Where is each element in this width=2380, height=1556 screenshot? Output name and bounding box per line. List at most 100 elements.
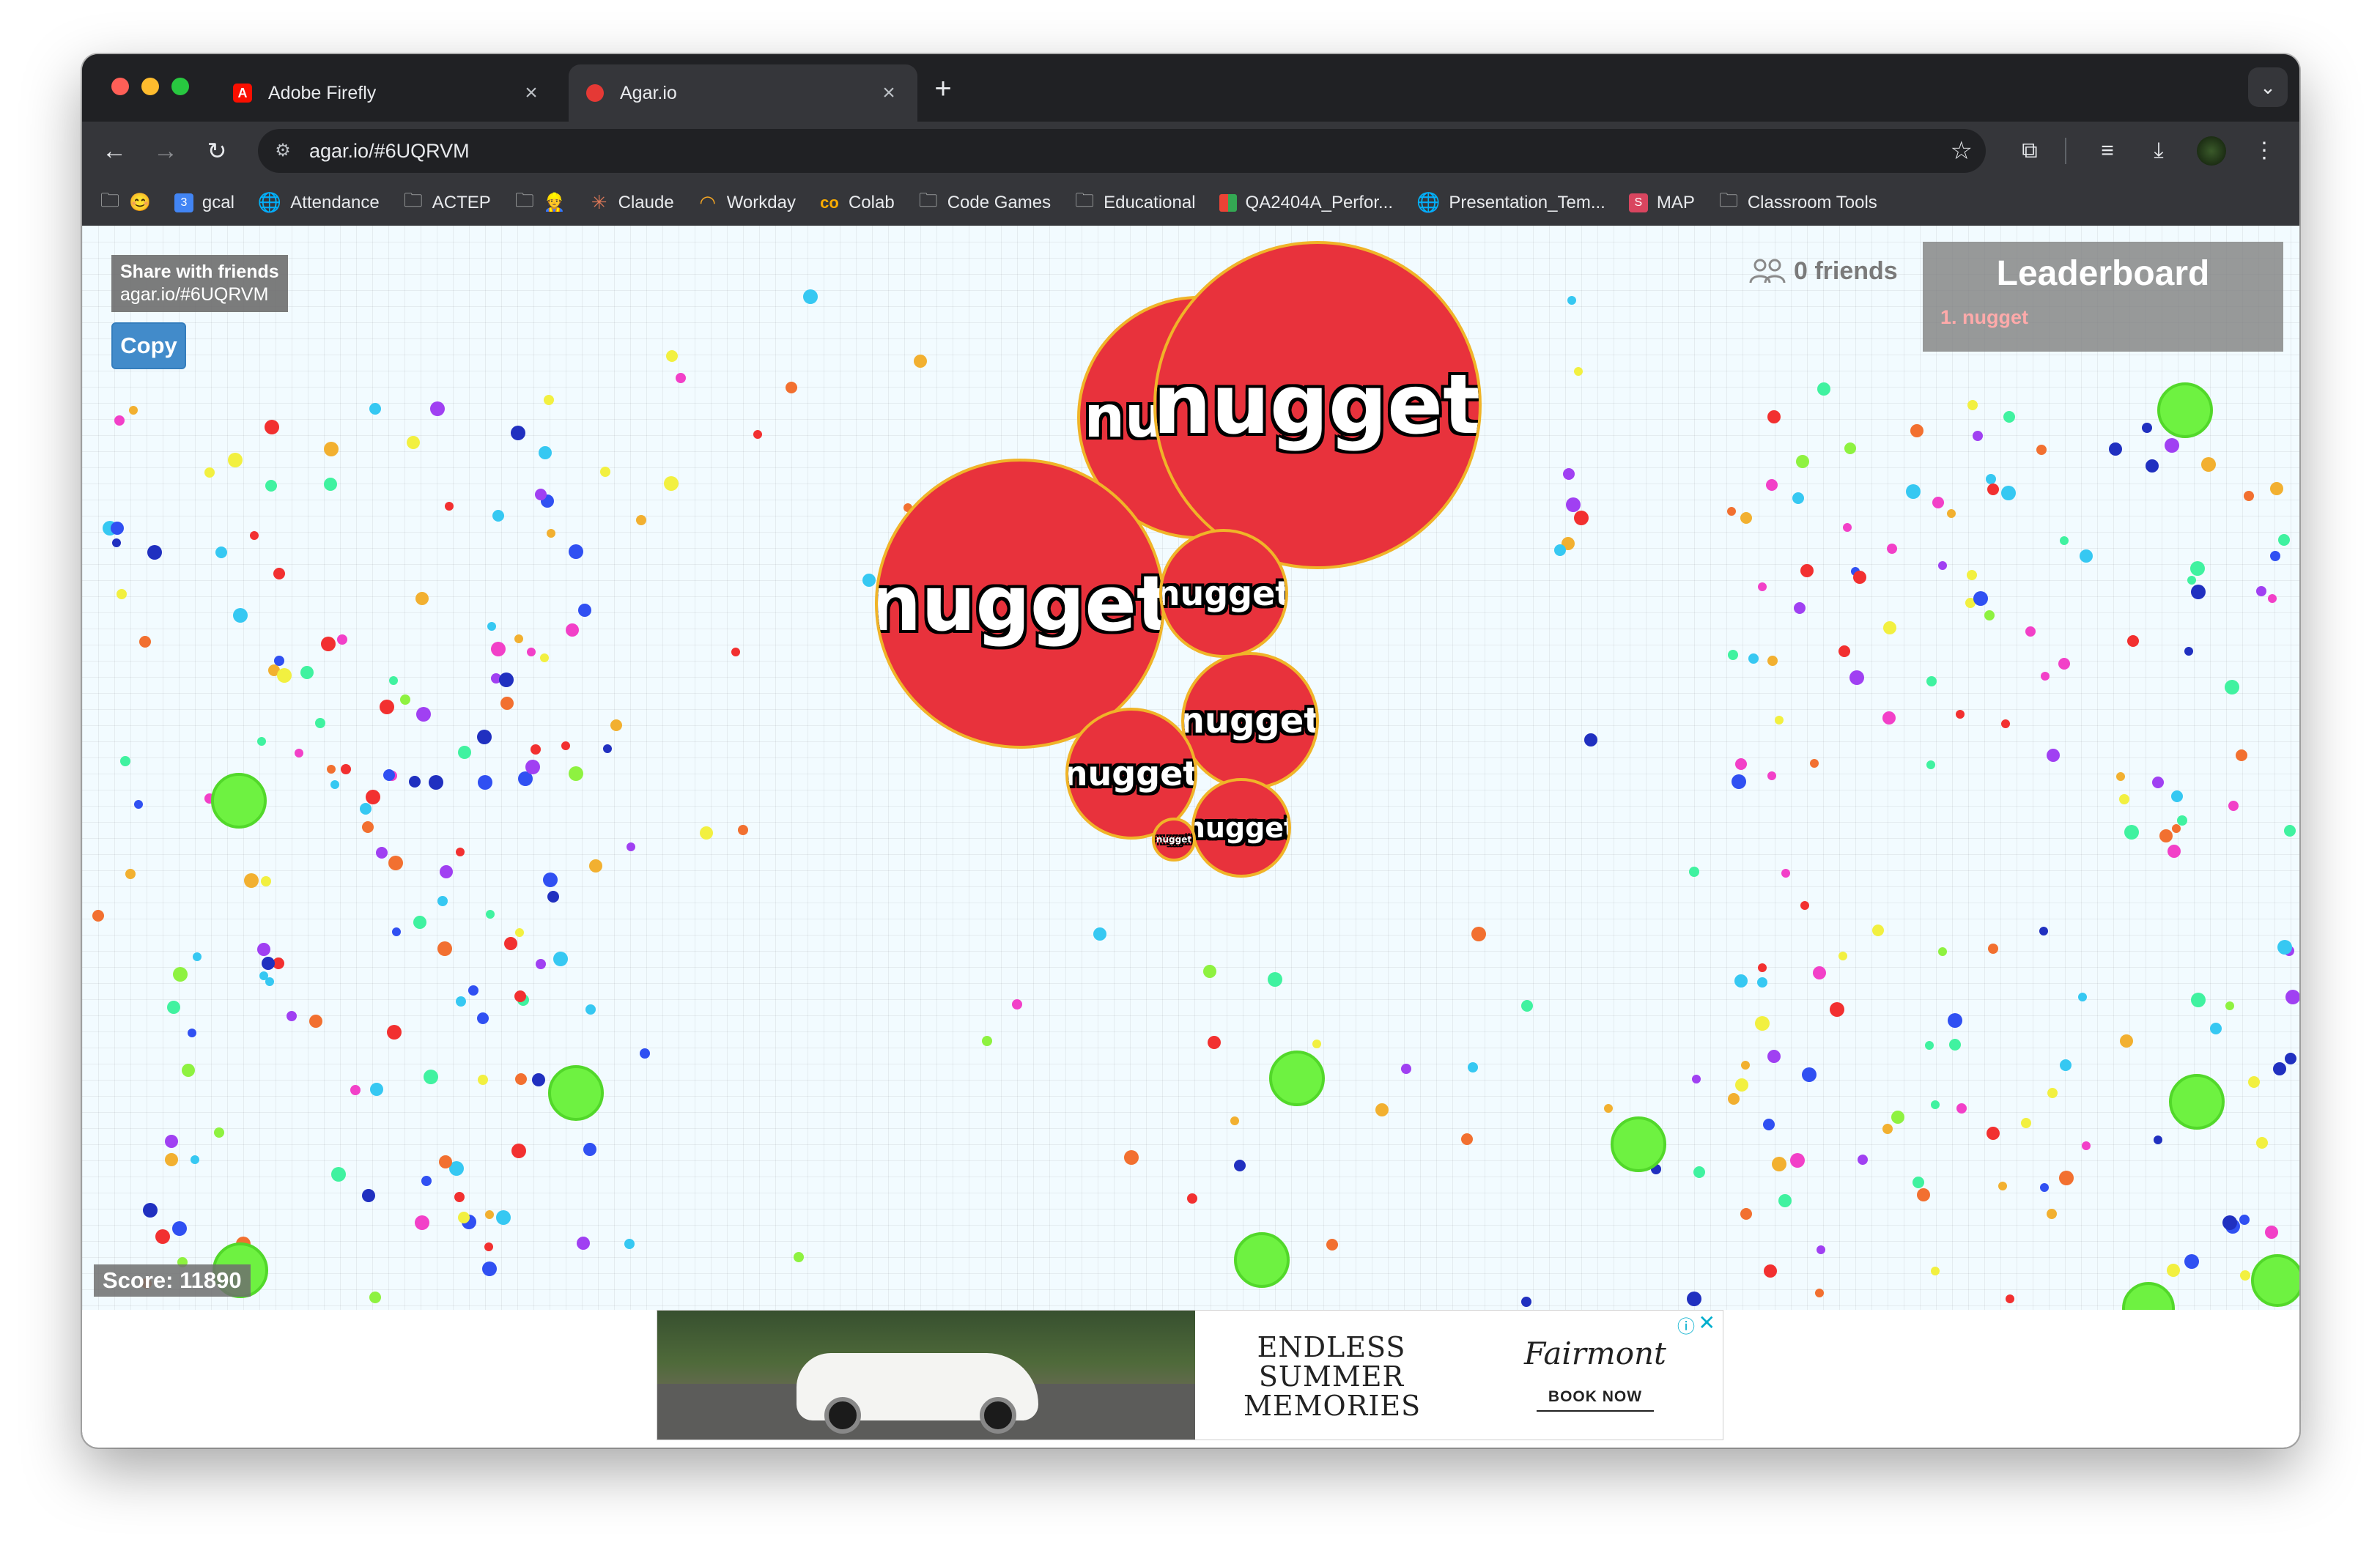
minimize-window-button[interactable] <box>141 78 159 95</box>
bookmark-label: ACTEP <box>432 192 491 212</box>
food-pellet <box>2151 777 2164 789</box>
food-pellet <box>2003 411 2016 423</box>
food-pellet <box>190 1155 199 1164</box>
food-pellet <box>2119 793 2130 804</box>
colab-icon: co <box>820 193 839 212</box>
claude-icon: ✳ <box>591 191 607 213</box>
food-pellet <box>802 289 818 305</box>
bookmark-star-icon[interactable]: ☆ <box>1951 136 1973 166</box>
food-pellet <box>323 441 339 456</box>
bookmark-folder-worker[interactable]: 🗀 👷 <box>514 189 566 213</box>
food-pellet <box>675 372 686 383</box>
forward-icon[interactable]: → <box>149 135 182 167</box>
tab-agar-io[interactable]: Agar.io × <box>569 64 917 122</box>
food-pellet <box>2273 1062 2287 1075</box>
url-text[interactable]: agar.io/#6UQRVM <box>309 129 470 173</box>
close-window-button[interactable] <box>111 78 129 95</box>
bookmark-classroom-tools[interactable]: 🗀 Classroom Tools <box>1718 189 1877 213</box>
friends-icon <box>1749 259 1786 284</box>
bookmark-educational[interactable]: 🗀 Educational <box>1074 189 1195 213</box>
ad-wheel <box>824 1397 861 1434</box>
bookmark-folder-emoji[interactable]: 🗀 😊 <box>100 189 151 213</box>
ad-book-now-button[interactable]: BOOK NOW <box>1537 1388 1654 1412</box>
food-pellet <box>2124 825 2139 840</box>
food-pellet <box>111 538 121 548</box>
food-pellet <box>143 1203 158 1218</box>
food-pellet <box>1842 522 1852 532</box>
food-pellet <box>1917 1188 1931 1202</box>
copy-button[interactable]: Copy <box>111 322 186 369</box>
bookmark-workday[interactable]: ◠ Workday <box>698 191 796 213</box>
food-pellet <box>738 824 749 835</box>
food-pellet <box>413 916 427 930</box>
site-settings-icon[interactable]: ⚙ <box>271 139 295 163</box>
food-pellet <box>117 588 128 599</box>
menu-icon[interactable]: ⋮ <box>2248 135 2280 167</box>
food-pellet <box>2201 457 2217 473</box>
food-pellet <box>416 706 432 722</box>
food-pellet <box>498 672 514 687</box>
bookmark-code-games[interactable]: 🗀 Code Games <box>918 189 1051 213</box>
food-pellet <box>478 1075 489 1086</box>
food-pellet <box>1882 1123 1893 1134</box>
tab-search-button[interactable]: ⌄ <box>2248 67 2288 107</box>
download-icon[interactable]: ⤓ <box>2143 135 2175 167</box>
bookmark-claude[interactable]: ✳ Claude <box>589 191 674 213</box>
bookmark-actep[interactable]: 🗀 ACTEP <box>403 189 491 213</box>
food-pellet <box>2120 1034 2134 1048</box>
food-pellet <box>1312 1040 1322 1049</box>
cell-name-label: nugget <box>1159 574 1288 613</box>
food-pellet <box>256 942 270 956</box>
bookmark-map[interactable]: S MAP <box>1628 193 1695 213</box>
reading-list-icon[interactable]: ≡ <box>2091 135 2124 167</box>
tab-adobe-firefly[interactable]: A Adobe Firefly × <box>215 64 560 122</box>
food-pellet <box>1984 610 1995 621</box>
tab-close-icon[interactable]: × <box>520 81 542 105</box>
game-canvas[interactable]: nuggetnuggetnuggetnuggetnuggetnuggetnugg… <box>82 226 2299 1310</box>
food-pellet <box>92 909 104 922</box>
bookmark-qa2404a[interactable]: QA2404A_Perfor... <box>1219 193 1393 213</box>
food-pellet <box>370 1083 384 1097</box>
food-pellet <box>2222 1215 2238 1230</box>
food-pellet <box>2191 993 2206 1008</box>
advertisement-banner[interactable]: ENDLESS SUMMER MEMORIES Fairmont BOOK NO… <box>657 1310 1723 1440</box>
food-pellet <box>273 655 284 666</box>
food-pellet <box>1741 1060 1751 1070</box>
new-tab-button[interactable]: + <box>925 70 961 107</box>
food-pellet <box>1967 569 1978 580</box>
friends-counter[interactable]: 0 friends <box>1748 256 1898 286</box>
globe-icon: 🌐 <box>257 191 282 213</box>
food-pellet <box>1985 473 1996 484</box>
bookmark-presentation[interactable]: 🌐 Presentation_Tem... <box>1416 191 1605 213</box>
ad-info-icon[interactable]: ⓘ <box>1677 1312 1695 1338</box>
food-pellet <box>260 876 271 887</box>
food-pellet <box>457 745 471 759</box>
food-pellet <box>1910 424 1923 438</box>
tab-close-icon[interactable]: × <box>878 81 900 105</box>
food-pellet <box>1800 564 1814 578</box>
food-pellet <box>1583 733 1597 746</box>
zoom-window-button[interactable] <box>171 78 189 95</box>
toolbar-divider <box>2065 138 2066 164</box>
address-bar[interactable]: ⚙ agar.io/#6UQRVM ☆ <box>258 129 1986 173</box>
bookmark-attendance[interactable]: 🌐 Attendance <box>257 191 380 213</box>
food-pellet <box>2270 550 2281 561</box>
food-pellet <box>1987 483 1999 495</box>
profile-avatar[interactable] <box>2197 136 2226 166</box>
reload-icon[interactable]: ↻ <box>201 135 233 167</box>
extensions-icon[interactable]: ⧉ <box>2014 135 2046 167</box>
food-pellet <box>2040 1183 2050 1193</box>
bookmark-gcal[interactable]: 3 gcal <box>174 193 234 213</box>
food-pellet <box>173 966 188 982</box>
food-pellet <box>1829 1001 1844 1017</box>
food-pellet <box>2165 438 2180 453</box>
tab-strip: A Adobe Firefly × Agar.io × + ⌄ <box>82 54 2299 122</box>
food-pellet <box>1461 1133 1474 1145</box>
food-pellet <box>477 775 492 790</box>
back-icon[interactable]: ← <box>98 135 130 167</box>
food-pellet <box>1767 410 1781 424</box>
food-pellet <box>2078 993 2088 1002</box>
bookmark-colab[interactable]: co Colab <box>819 193 895 213</box>
ad-close-icon[interactable]: ✕ <box>1699 1311 1715 1335</box>
sheets-icon <box>1219 193 1237 212</box>
